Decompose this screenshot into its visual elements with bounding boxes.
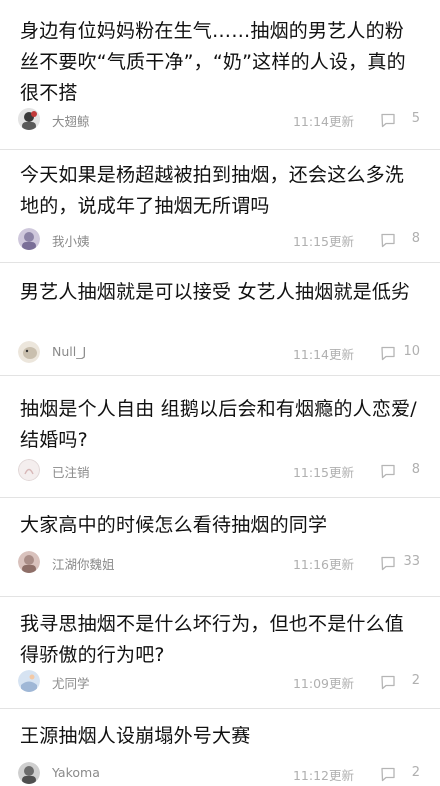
list-item[interactable]: 身边有位妈妈粉在生气……抽烟的男艺人的粉丝不要吹“气质干净”，“奶”这样的人设，… — [0, 0, 440, 150]
post-title[interactable]: 今天如果是杨超越被拍到抽烟，还会这么多洗地的，说成年了抽烟无所谓吗 — [20, 160, 418, 222]
comment-count: 33 — [380, 553, 424, 573]
update-time: 11:16更新 — [292, 557, 354, 572]
post-meta: Null_J 11:14更新 10 — [18, 341, 424, 365]
avatar-image — [18, 670, 40, 692]
update-time: 11:09更新 — [292, 676, 354, 691]
avatar[interactable] — [18, 459, 40, 481]
comment-count-value: 5 — [411, 111, 420, 126]
avatar-image — [18, 551, 40, 573]
comment-count: 10 — [380, 343, 424, 363]
avatar[interactable] — [18, 670, 40, 692]
avatar-image — [18, 228, 40, 250]
avatar[interactable] — [18, 108, 40, 130]
list-item[interactable]: 大家高中的时候怎么看待抽烟的同学 江湖你魏姐 11:16更新 33 — [0, 498, 440, 597]
author-name[interactable]: Null_J — [52, 344, 86, 359]
comment-count-value: 10 — [403, 344, 420, 359]
update-time: 11:15更新 — [292, 234, 354, 249]
comment-icon — [381, 346, 395, 361]
avatar-image — [18, 459, 40, 481]
list-item[interactable]: 今天如果是杨超越被拍到抽烟，还会这么多洗地的，说成年了抽烟无所谓吗 我小姨 11… — [0, 150, 440, 263]
comment-icon — [381, 233, 395, 248]
list-item[interactable]: 王源抽烟人设崩塌外号大赛 Yakoma 11:12更新 2 — [0, 709, 440, 784]
comment-count: 8 — [380, 230, 424, 250]
post-meta: 江湖你魏姐 11:16更新 33 — [18, 551, 424, 575]
post-title[interactable]: 我寻思抽烟不是什么坏行为，但也不是什么值得骄傲的行为吧? — [20, 609, 418, 671]
comment-count-value: 8 — [411, 231, 420, 246]
author-name[interactable]: 已注销 — [52, 462, 90, 481]
author-name[interactable]: 江湖你魏姐 — [52, 554, 115, 573]
avatar-image — [18, 341, 40, 363]
comment-icon — [381, 464, 395, 479]
author-name[interactable]: 尤同学 — [52, 673, 90, 692]
list-item[interactable]: 男艺人抽烟就是可以接受 女艺人抽烟就是低劣 Null_J 11:14更新 10 — [0, 263, 440, 376]
comment-count-value: 2 — [411, 765, 420, 780]
post-title[interactable]: 抽烟是个人自由 组鹅以后会和有烟瘾的人恋爱/结婚吗? — [20, 394, 418, 456]
comment-count-value: 33 — [403, 554, 420, 569]
comment-count-value: 8 — [411, 462, 420, 477]
avatar[interactable] — [18, 762, 40, 784]
comment-icon — [381, 675, 395, 690]
avatar-image — [18, 108, 40, 130]
update-time: 11:14更新 — [292, 114, 354, 129]
comment-count-value: 2 — [411, 673, 420, 688]
post-title[interactable]: 身边有位妈妈粉在生气……抽烟的男艺人的粉丝不要吹“气质干净”，“奶”这样的人设，… — [20, 16, 418, 109]
avatar[interactable] — [18, 341, 40, 363]
list-item[interactable]: 我寻思抽烟不是什么坏行为，但也不是什么值得骄傲的行为吧? 尤同学 11:09更新… — [0, 597, 440, 709]
post-meta: 大翅鲸 11:14更新 5 — [18, 108, 424, 132]
avatar[interactable] — [18, 551, 40, 573]
list-item[interactable]: 抽烟是个人自由 组鹅以后会和有烟瘾的人恋爱/结婚吗? 已注销 11:15更新 8 — [0, 376, 440, 498]
comment-icon — [381, 113, 395, 128]
post-title[interactable]: 王源抽烟人设崩塌外号大赛 — [20, 721, 418, 752]
author-name[interactable]: 我小姨 — [52, 231, 90, 250]
comment-count: 2 — [380, 672, 424, 692]
author-name[interactable]: 大翅鲸 — [52, 111, 90, 130]
comment-count: 5 — [380, 110, 424, 130]
comment-icon — [381, 556, 395, 571]
avatar-image — [18, 762, 40, 784]
comment-count: 8 — [380, 461, 424, 481]
post-meta: Yakoma 11:12更新 2 — [18, 762, 424, 786]
comment-count: 2 — [380, 764, 424, 784]
comment-icon — [381, 767, 395, 782]
post-meta: 我小姨 11:15更新 8 — [18, 228, 424, 252]
update-time: 11:12更新 — [292, 768, 354, 783]
author-name[interactable]: Yakoma — [52, 765, 100, 780]
post-meta: 已注销 11:15更新 8 — [18, 459, 424, 483]
post-meta: 尤同学 11:09更新 2 — [18, 670, 424, 694]
post-title[interactable]: 男艺人抽烟就是可以接受 女艺人抽烟就是低劣 — [20, 277, 418, 308]
update-time: 11:15更新 — [292, 465, 354, 480]
post-title[interactable]: 大家高中的时候怎么看待抽烟的同学 — [20, 510, 418, 541]
avatar[interactable] — [18, 228, 40, 250]
update-time: 11:14更新 — [292, 347, 354, 362]
post-feed: 身边有位妈妈粉在生气……抽烟的男艺人的粉丝不要吹“气质干净”，“奶”这样的人设，… — [0, 0, 440, 784]
